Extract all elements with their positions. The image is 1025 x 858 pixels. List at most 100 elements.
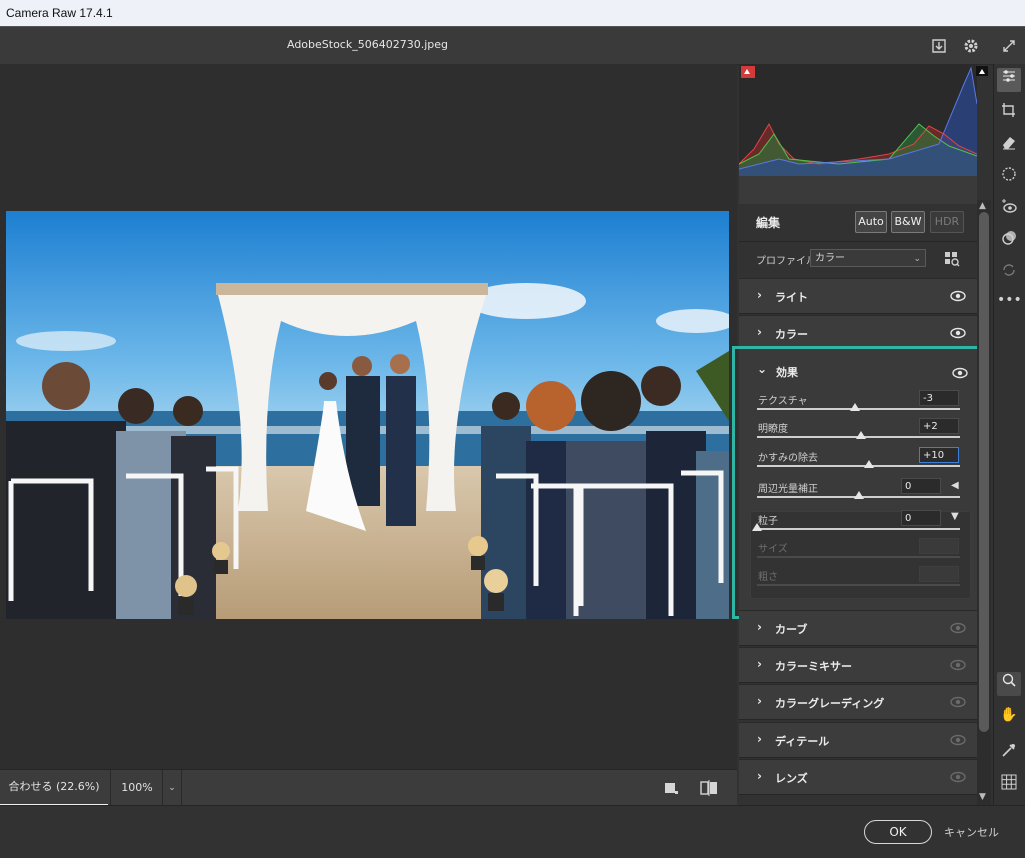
eraser-icon[interactable] (997, 134, 1021, 158)
grid-overlay-icon[interactable] (997, 774, 1021, 798)
shadow-clipping-warning-icon[interactable] (741, 66, 753, 76)
edit-title: 編集 (756, 216, 781, 230)
chevron-right-icon: › (757, 732, 762, 746)
grain-value-input[interactable]: 0 (901, 510, 941, 526)
chevron-right-icon: › (757, 657, 762, 671)
ok-button[interactable]: OK (864, 820, 932, 844)
section-color-mixer[interactable]: › カラーミキサー (739, 647, 977, 683)
vignette-slider-row: 周辺光量補正 0 ◀ (757, 478, 967, 508)
save-icon[interactable] (930, 37, 948, 55)
expand-left-icon[interactable]: ◀ (951, 480, 959, 491)
presets-icon[interactable] (997, 230, 1021, 254)
section-color-mixer-label: カラーミキサー (775, 660, 852, 673)
eye-icon[interactable] (949, 619, 967, 637)
eye-icon[interactable] (949, 731, 967, 749)
dehaze-label: かすみの除去 (758, 453, 818, 464)
section-lens[interactable]: › レンズ (739, 759, 977, 795)
dehaze-value-input[interactable]: +10 (919, 447, 959, 463)
eye-icon[interactable] (949, 324, 967, 342)
grain-roughness-slider-row: 粗さ (757, 566, 967, 596)
section-curve[interactable]: › カーブ (739, 610, 977, 646)
section-lens-label: レンズ (775, 772, 808, 785)
profile-select[interactable]: カラー ⌄ (810, 249, 926, 267)
edit-header: 編集 Auto B&W HDR (739, 205, 977, 242)
eye-icon[interactable] (951, 364, 969, 382)
grain-slider-track[interactable] (757, 528, 960, 530)
gear-icon[interactable] (962, 37, 980, 55)
section-effects-label[interactable]: 効果 (776, 364, 798, 380)
edit-sliders-icon[interactable] (997, 68, 1021, 92)
mask-icon[interactable] (997, 166, 1021, 190)
redeye-icon[interactable] (997, 198, 1021, 222)
zoom-tool-icon[interactable] (997, 672, 1021, 696)
eyedropper-icon[interactable] (997, 742, 1021, 766)
chevron-right-icon: › (757, 769, 762, 783)
histogram (738, 64, 978, 204)
eye-icon[interactable] (949, 287, 967, 305)
profile-row: プロファイル カラー ⌄ (739, 242, 977, 276)
profile-browser-icon[interactable] (944, 251, 960, 267)
eye-icon[interactable] (949, 656, 967, 674)
section-color-grading[interactable]: › カラーグレーディング (739, 684, 977, 720)
texture-slider-thumb[interactable] (850, 403, 861, 411)
chevron-right-icon: › (757, 694, 762, 708)
clarity-label: 明瞭度 (758, 424, 788, 435)
texture-slider-row: テクスチャ -3 (757, 390, 967, 420)
scrollbar-thumb[interactable] (979, 212, 989, 732)
header-bar: AdobeStock_506402730.jpeg (0, 26, 1025, 65)
window-title: Camera Raw 17.4.1 (6, 6, 113, 20)
hand-tool-icon[interactable]: ✋ (997, 703, 1021, 727)
section-light-label: ライト (775, 291, 808, 304)
vignette-slider-thumb[interactable] (853, 491, 864, 499)
view-single-icon[interactable] (664, 781, 678, 795)
auto-button[interactable]: Auto (855, 211, 887, 233)
cancel-button[interactable]: キャンセル (944, 824, 999, 840)
chevron-right-icon: › (757, 325, 762, 339)
scroll-down-icon[interactable]: ▼ (979, 792, 986, 802)
chevron-down-icon[interactable]: ⌄ (757, 362, 767, 376)
profile-label: プロファイル (756, 256, 816, 267)
more-options-icon[interactable]: ••• (997, 288, 1022, 312)
grain-roughness-slider-track (757, 584, 960, 586)
section-curve-label: カーブ (775, 623, 808, 636)
section-color-grading-label: カラーグレーディング (775, 697, 885, 710)
vignette-label: 周辺光量補正 (758, 484, 818, 495)
collapse-down-icon[interactable]: ▼ (951, 511, 959, 522)
section-detail[interactable]: › ディテール (739, 722, 977, 758)
clarity-slider-thumb[interactable] (855, 431, 866, 439)
texture-value-input[interactable]: -3 (919, 390, 959, 406)
section-detail-label: ディテール (775, 735, 830, 748)
zoom-100-button[interactable]: 100% (110, 770, 163, 806)
eye-icon[interactable] (949, 693, 967, 711)
eye-icon[interactable] (949, 768, 967, 786)
photo-preview (6, 211, 729, 619)
status-bar: 合わせる (22.6%) 100% ⌄ (0, 769, 737, 806)
profile-select-value: カラー (815, 253, 845, 264)
zoom-dropdown-icon[interactable]: ⌄ (162, 770, 182, 806)
chevron-right-icon: › (757, 288, 762, 302)
dehaze-slider-thumb[interactable] (863, 460, 874, 468)
section-color-label: カラー (775, 328, 808, 341)
grain-size-value-input (919, 538, 959, 554)
grain-roughness-value-input (919, 566, 959, 582)
grain-size-label: サイズ (758, 544, 788, 555)
clarity-slider-row: 明瞭度 +2 (757, 418, 967, 448)
fullscreen-icon[interactable] (1000, 37, 1018, 55)
bw-button[interactable]: B&W (891, 211, 925, 233)
snapshots-icon[interactable] (997, 262, 1021, 286)
section-light[interactable]: › ライト (739, 278, 977, 314)
crop-icon[interactable] (997, 102, 1021, 126)
highlight-clipping-warning-icon[interactable] (976, 66, 988, 76)
window-title-bar: Camera Raw 17.4.1 (0, 0, 1025, 26)
zoom-fit-button[interactable]: 合わせる (22.6%) (0, 770, 108, 806)
dehaze-slider-track[interactable] (757, 465, 960, 467)
hdr-button[interactable]: HDR (930, 211, 964, 233)
clarity-value-input[interactable]: +2 (919, 418, 959, 434)
grain-roughness-label: 粗さ (758, 572, 778, 583)
vignette-value-input[interactable]: 0 (901, 478, 941, 494)
before-after-icon[interactable] (700, 780, 718, 796)
dehaze-slider-row: かすみの除去 +10 (757, 447, 967, 477)
file-name: AdobeStock_506402730.jpeg (286, 38, 448, 51)
scroll-up-icon[interactable]: ▲ (979, 201, 986, 211)
grain-slider-thumb[interactable] (752, 523, 762, 531)
